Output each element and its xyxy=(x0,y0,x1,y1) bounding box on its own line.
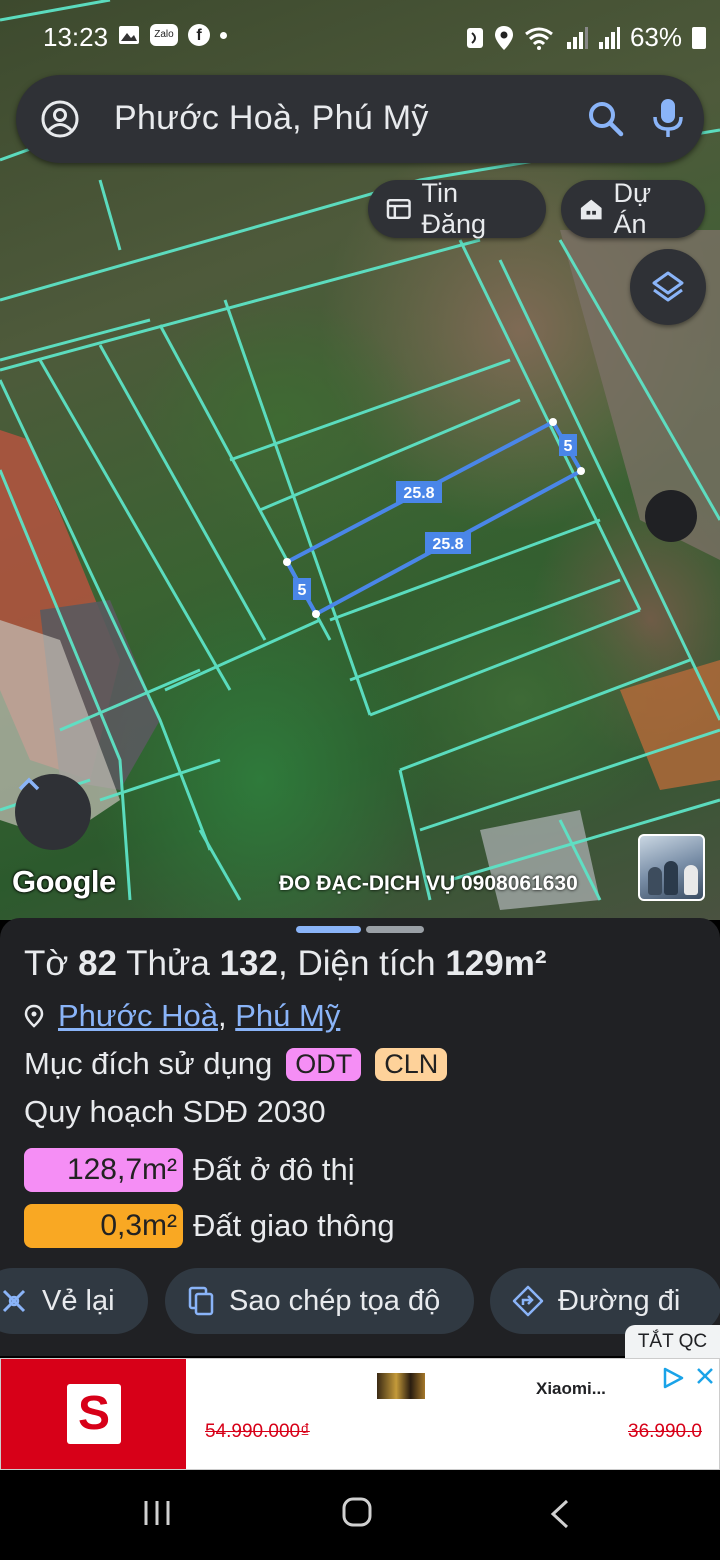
listing-icon xyxy=(386,198,411,220)
location-icon xyxy=(494,25,513,50)
status-bar: 13:23 Zalo f 63% xyxy=(0,0,720,76)
signal-icon xyxy=(566,26,588,49)
zone-row: 0,3m² Đất giao thông xyxy=(24,1204,395,1248)
redraw-icon xyxy=(2,1289,26,1313)
nfc-icon xyxy=(466,27,483,48)
edge-label-left: 5 xyxy=(298,582,307,599)
mic-icon[interactable] xyxy=(648,95,688,143)
location-ward-link[interactable]: Phước Hoà xyxy=(58,998,218,1033)
signal-icon xyxy=(598,26,620,49)
parcel-vertex-3[interactable] xyxy=(577,467,585,475)
zalo-icon: Zalo xyxy=(150,24,178,46)
ad-brand-logo: S xyxy=(67,1384,121,1444)
photo-thumbnail[interactable] xyxy=(638,834,705,901)
battery-icon xyxy=(692,26,706,49)
recent-apps-icon[interactable] xyxy=(142,1498,172,1528)
project-icon xyxy=(580,199,602,220)
parcel-title: Tờ 82 Thửa 132, Diện tích 129m² xyxy=(24,944,546,984)
ad-product-image[interactable] xyxy=(377,1373,425,1399)
parcel-vertex-2[interactable] xyxy=(549,418,557,426)
ad-product-name[interactable]: Xiaomi... xyxy=(536,1379,606,1399)
location-separator: , xyxy=(217,998,227,1033)
plot-number: 132 xyxy=(219,944,278,983)
facebook-icon: f xyxy=(188,24,210,46)
layers-button[interactable] xyxy=(630,249,706,325)
ad-banner[interactable]: S Xiaomi... 54.990.000₫ 36.990.0 xyxy=(0,1358,720,1470)
chip-listings-label: Tin Đăng xyxy=(421,178,487,239)
plan-label: Quy hoạch SDĐ 2030 xyxy=(24,1094,326,1129)
sheet-number: 82 xyxy=(78,944,118,983)
expand-up-button[interactable] xyxy=(15,774,91,850)
chip-projects-label: Dự Án xyxy=(613,178,652,239)
gallery-icon xyxy=(119,26,139,44)
ad-old-price: 54.990.000₫ xyxy=(205,1421,310,1442)
battery-percent: 63% xyxy=(629,22,682,52)
copy-coordinates-button[interactable]: Sao chép tọa độ xyxy=(165,1268,474,1334)
directions-label: Đường đi xyxy=(558,1284,681,1317)
purpose-label: Mục đích sử dụng xyxy=(24,1046,273,1081)
chip-listings[interactable]: Tin Đăng xyxy=(368,178,546,239)
sheet-handle[interactable] xyxy=(296,926,361,933)
account-icon[interactable] xyxy=(40,99,80,139)
location-town-link[interactable]: Phú Mỹ xyxy=(235,998,340,1033)
ad-close-icon[interactable] xyxy=(696,1367,714,1385)
search-bar[interactable]: Phước Hoà, Phú Mỹ xyxy=(16,75,704,163)
parcel-location: Phước Hoà, Phú Mỹ xyxy=(24,998,340,1034)
home-icon[interactable] xyxy=(341,1496,373,1528)
edge-label-bottom: 25.8 xyxy=(432,536,463,553)
system-nav-bar xyxy=(0,1470,720,1560)
zone-label: Đất giao thông xyxy=(193,1208,395,1243)
copy-icon xyxy=(188,1286,214,1316)
sheet-prefix: Tờ xyxy=(24,944,69,983)
copy-coordinates-label: Sao chép tọa độ xyxy=(229,1284,441,1317)
location-pin-icon xyxy=(24,1004,44,1028)
parcel-vertex-1[interactable] xyxy=(283,558,291,566)
back-icon[interactable] xyxy=(549,1498,571,1530)
search-input[interactable]: Phước Hoà, Phú Mỹ xyxy=(114,99,429,138)
redraw-button[interactable]: Vẻ lại xyxy=(0,1268,148,1334)
status-time: 13:23 xyxy=(43,22,109,52)
ad-old-price: 36.990.0 xyxy=(628,1421,702,1442)
zone-row: 128,7m² Đất ở đô thị xyxy=(24,1148,355,1192)
map-location-marker[interactable] xyxy=(645,490,697,542)
zone-label: Đất ở đô thị xyxy=(193,1152,355,1187)
badge-odt: ODT xyxy=(286,1047,362,1081)
edge-label-right: 5 xyxy=(564,438,573,455)
chip-projects[interactable]: Dự Án xyxy=(561,178,705,239)
google-logo: Google xyxy=(12,864,116,899)
land-use-purpose: Mục đích sử dụng ODT CLN xyxy=(24,1046,448,1082)
ad-brand-panel[interactable]: S xyxy=(1,1359,186,1469)
parcel-vertex-4[interactable] xyxy=(312,610,320,618)
sheet-handle-secondary[interactable] xyxy=(366,926,424,933)
redraw-label: Vẻ lại xyxy=(42,1284,115,1317)
zone-area: 0,3m² xyxy=(24,1204,183,1248)
badge-cln: CLN xyxy=(375,1047,448,1081)
plot-prefix: Thửa xyxy=(126,944,210,983)
parcel-info-sheet[interactable]: Tờ 82 Thửa 132, Diện tích 129m² Phước Ho… xyxy=(0,918,720,1356)
parcel-area: 129m² xyxy=(445,944,547,983)
dot-icon xyxy=(220,31,227,39)
adchoices-icon[interactable] xyxy=(662,1367,684,1389)
chevron-up-icon xyxy=(18,777,40,791)
map-attribution: ĐO ĐẠC-DỊCH VỤ 0908061630 xyxy=(279,872,578,895)
wifi-icon xyxy=(525,27,553,50)
hide-ad-button[interactable]: TẮT QC xyxy=(625,1325,720,1358)
edge-label-top: 25.8 xyxy=(403,485,434,502)
search-icon[interactable] xyxy=(586,99,626,139)
area-prefix: , Diện tích xyxy=(278,944,436,983)
zone-area: 128,7m² xyxy=(24,1148,183,1192)
directions-icon xyxy=(512,1285,544,1317)
layers-icon xyxy=(652,271,684,302)
